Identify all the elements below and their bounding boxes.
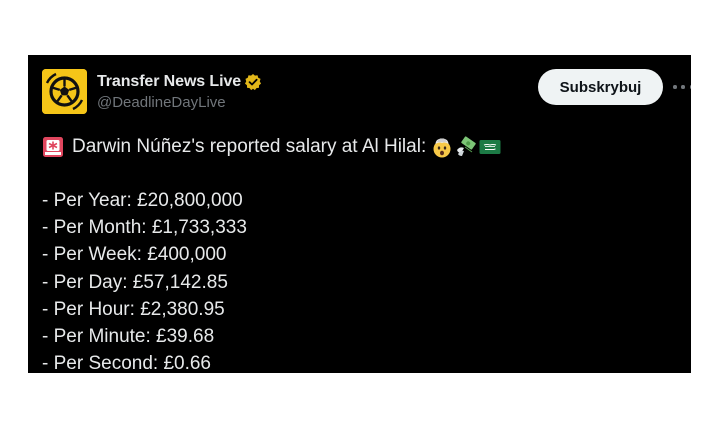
- salary-line-week: - Per Week: £400,000: [42, 244, 227, 266]
- avatar[interactable]: [42, 69, 87, 114]
- author-handle[interactable]: @DeadlineDayLive: [97, 94, 262, 111]
- headline-text: Darwin Núñez's reported salary at Al Hil…: [72, 135, 427, 157]
- salary-line-minute: - Per Minute: £39.68: [42, 325, 215, 347]
- salary-line-hour: - Per Hour: £2,380.95: [42, 298, 225, 320]
- tweet-header: Transfer News Live @DeadlineDayLive Subs…: [42, 69, 691, 115]
- display-name-row: Transfer News Live: [97, 71, 262, 93]
- tweet-text: Darwin Núñez's reported salary at Al Hil…: [42, 133, 682, 373]
- salary-line-year: - Per Year: £20,800,000: [42, 190, 243, 211]
- verified-badge-icon[interactable]: [244, 73, 262, 91]
- money-with-wings-icon: [457, 135, 476, 156]
- more-options-icon[interactable]: [673, 79, 691, 95]
- exploding-head-icon: [433, 137, 451, 157]
- tweet-card: Transfer News Live @DeadlineDayLive Subs…: [28, 55, 691, 373]
- author-info: Transfer News Live @DeadlineDayLive: [97, 71, 262, 111]
- soccer-ball-logo-icon: [42, 69, 87, 114]
- display-name[interactable]: Transfer News Live: [97, 73, 241, 91]
- saudi-flag-icon: [479, 139, 501, 154]
- subscribe-button[interactable]: Subskrybuj: [538, 69, 663, 105]
- salary-line-day: - Per Day: £57,142.85: [42, 271, 228, 293]
- salary-line-second: - Per Second: £0.66: [42, 353, 211, 373]
- salary-line-month: - Per Month: £1,733,333: [42, 217, 247, 239]
- headline-row: Darwin Núñez's reported salary at Al Hil…: [42, 133, 682, 160]
- siren-icon: [43, 136, 63, 157]
